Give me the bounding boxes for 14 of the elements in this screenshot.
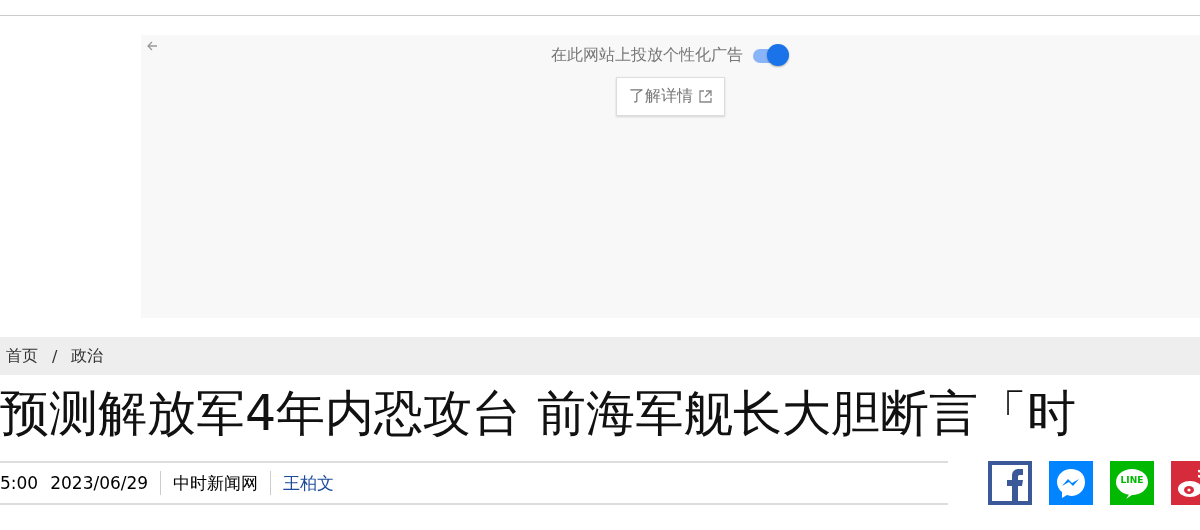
back-arrow-icon[interactable] xyxy=(146,40,158,52)
headline: 预测解放军4年内恐攻台 前海军舰长大胆断言「时 xyxy=(0,384,1077,444)
toggle-label: 在此网站上投放个性化广告 xyxy=(550,44,743,66)
publish-time: 5:00 xyxy=(0,473,40,493)
author-link[interactable]: 王柏文 xyxy=(271,471,347,495)
messenger-icon[interactable] xyxy=(1049,461,1093,505)
breadcrumb-link[interactable]: 政治 xyxy=(71,345,104,367)
facebook-icon[interactable] xyxy=(988,461,1032,505)
external-link-icon xyxy=(699,90,712,103)
publish-date: 2023/06/29 xyxy=(50,473,150,493)
breadcrumb-separator: / xyxy=(52,346,58,366)
learn-more-button[interactable]: 了解详情 xyxy=(616,77,725,116)
breadcrumb-link[interactable]: 首页 xyxy=(6,345,38,367)
news-source: 中时新闻网 xyxy=(172,471,260,495)
